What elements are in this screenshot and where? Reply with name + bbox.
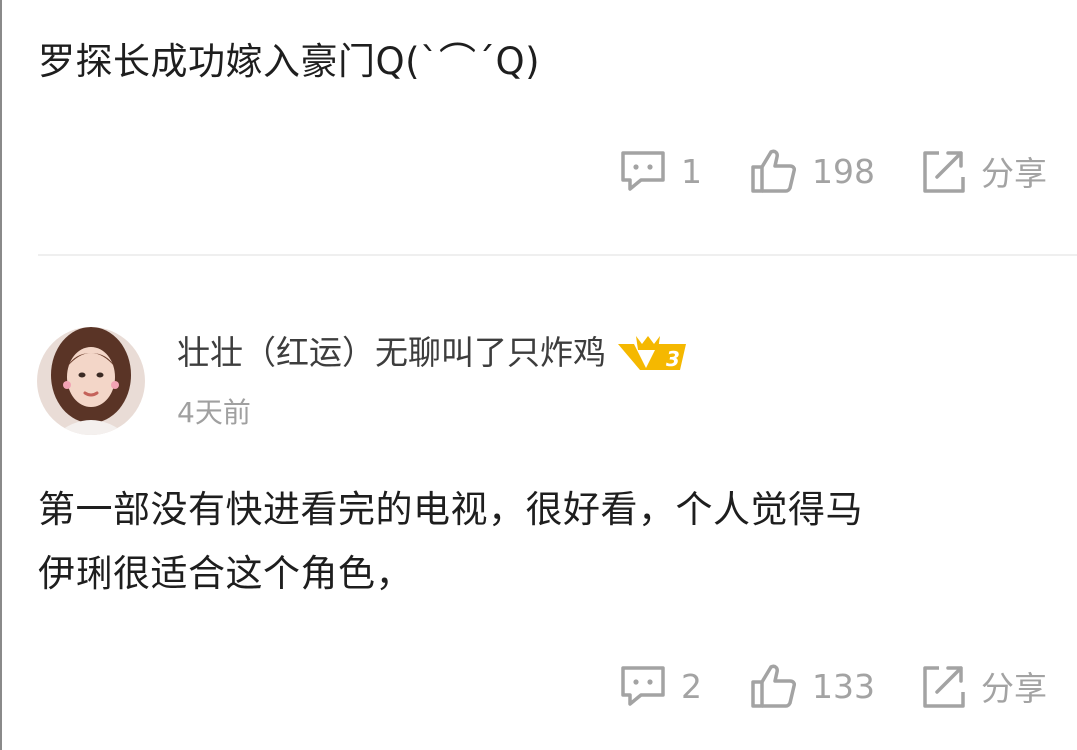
username[interactable]: 壮壮（红运）无聊叫了只炸鸡 <box>177 330 606 376</box>
like-button[interactable]: 133 <box>748 660 875 712</box>
comment-actions: 1 198 分享 <box>617 145 1047 197</box>
comment-text: 罗探长成功嫁入豪门Q(`⌒´Q) <box>38 40 541 83</box>
vip-level: 3 <box>666 347 680 371</box>
vip-badge-icon: 3 <box>606 330 690 376</box>
share-button[interactable]: 分享 <box>917 145 1047 197</box>
share-label: 分享 <box>981 154 1047 193</box>
like-count: 198 <box>812 151 875 191</box>
timestamp: 4天前 <box>177 396 251 429</box>
comment-text: 第一部没有快进看完的电视，很好看，个人觉得马 伊琍很适合这个角色， <box>38 488 863 595</box>
comment-actions: 2 133 分享 <box>617 660 1047 712</box>
reply-button[interactable]: 2 <box>617 660 702 712</box>
share-button[interactable]: 分享 <box>917 660 1047 712</box>
comment-icon <box>617 145 669 197</box>
like-button[interactable]: 198 <box>748 145 875 197</box>
share-icon <box>917 660 969 712</box>
thumbs-up-icon <box>748 145 800 197</box>
avatar[interactable] <box>37 327 145 435</box>
reply-button[interactable]: 1 <box>617 145 702 197</box>
comment-divider <box>38 254 1077 256</box>
reply-count: 2 <box>681 666 702 706</box>
thumbs-up-icon <box>748 660 800 712</box>
window-left-edge <box>0 0 2 750</box>
reply-count: 1 <box>681 151 702 191</box>
like-count: 133 <box>812 666 875 706</box>
comment-icon <box>617 660 669 712</box>
share-icon <box>917 145 969 197</box>
username-row: 壮壮（红运）无聊叫了只炸鸡 3 <box>177 330 690 376</box>
share-label: 分享 <box>981 669 1047 708</box>
